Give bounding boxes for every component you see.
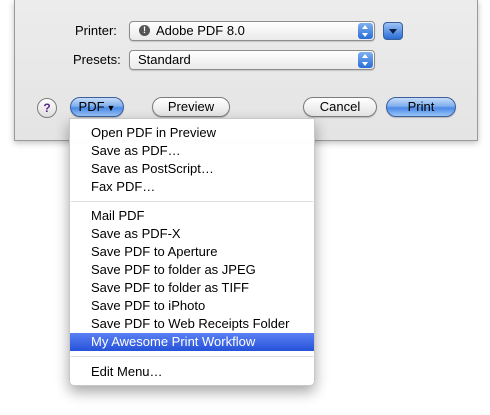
print-button[interactable]: Print	[386, 97, 456, 117]
printer-popup[interactable]: ! Adobe PDF 8.0	[129, 21, 375, 41]
menu-item[interactable]: Save as PDF-X	[70, 225, 314, 243]
menu-item[interactable]: Save PDF to iPhoto	[70, 297, 314, 315]
menu-item[interactable]: Save PDF to Web Receipts Folder	[70, 315, 314, 333]
menu-item[interactable]: Save PDF to folder as JPEG	[70, 261, 314, 279]
menu-item[interactable]: Save as PDF…	[70, 142, 314, 160]
printer-label: Printer:	[75, 23, 117, 38]
cancel-button[interactable]: Cancel	[303, 97, 377, 117]
presets-label: Presets:	[73, 52, 121, 67]
pdf-menu: Open PDF in Preview Save as PDF… Save as…	[69, 118, 315, 386]
pdf-menu-button[interactable]: PDF ▼	[70, 97, 124, 117]
menu-item[interactable]: Fax PDF…	[70, 178, 314, 196]
menu-item-edit-menu[interactable]: Edit Menu…	[70, 363, 314, 381]
menu-item-label: Fax PDF…	[91, 179, 156, 194]
menu-item-label: My Awesome Print Workflow	[91, 334, 256, 349]
menu-item-label: Save as PostScript…	[91, 161, 214, 176]
menu-item-label: Save as PDF-X	[91, 226, 181, 241]
presets-popup-stepper-icon	[358, 52, 373, 68]
preview-button[interactable]: Preview	[152, 97, 230, 117]
menu-item-label: Save PDF to iPhoto	[91, 298, 206, 313]
menu-item-selected[interactable]: My Awesome Print Workflow	[70, 333, 314, 351]
pdf-button-label: PDF	[78, 99, 105, 114]
menu-separator	[71, 201, 313, 202]
menu-item[interactable]: Save as PostScript…	[70, 160, 314, 178]
menu-item[interactable]: Open PDF in Preview	[70, 124, 314, 142]
menu-item-label: Save PDF to Aperture	[91, 244, 218, 259]
presets-popup[interactable]: Standard	[129, 50, 375, 70]
presets-value: Standard	[138, 52, 191, 67]
printer-value: Adobe PDF 8.0	[156, 23, 245, 38]
menu-item[interactable]: Mail PDF	[70, 207, 314, 225]
menu-item-label: Open PDF in Preview	[91, 125, 216, 140]
menu-item-label: Save PDF to folder as TIFF	[91, 280, 249, 295]
printer-popup-stepper-icon	[358, 23, 373, 39]
caret-down-icon: ▼	[106, 103, 116, 113]
menu-item-label: Mail PDF	[91, 208, 145, 223]
menu-item-label: Save as PDF…	[91, 143, 181, 158]
menu-item-label: Save PDF to folder as JPEG	[91, 262, 256, 277]
help-button[interactable]: ?	[37, 98, 57, 118]
menu-separator	[71, 356, 313, 357]
menu-item-label: Save PDF to Web Receipts Folder	[91, 316, 290, 331]
menu-item[interactable]: Save PDF to folder as TIFF	[70, 279, 314, 297]
printer-status-icon: !	[139, 25, 150, 36]
menu-item[interactable]: Save PDF to Aperture	[70, 243, 314, 261]
expand-dialog-button[interactable]	[383, 22, 403, 40]
menu-item-label: Edit Menu…	[91, 364, 163, 379]
